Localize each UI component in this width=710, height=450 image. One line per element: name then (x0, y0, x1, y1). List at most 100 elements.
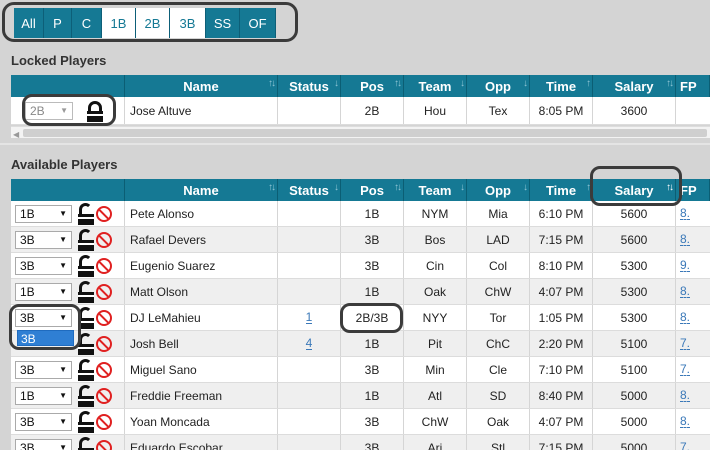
slot-select[interactable]: 1B ▼ (15, 386, 72, 405)
header-pos[interactable]: Pos ↑↓ (341, 75, 404, 97)
exclude-icon[interactable] (96, 439, 112, 450)
slot-select[interactable]: 3B ▼ (15, 438, 72, 450)
table-row: 1B ▼ Pete Alonso 1B NYM Mia 6:10 PM 5600 8. (11, 201, 710, 227)
player-name: Rafael Devers (125, 227, 278, 252)
table-row: 3B ▼ Eugenio Suarez 3B Cin Col 8:10 PM 5300 9. (11, 253, 710, 279)
header-opp[interactable]: Opp ↓ (467, 179, 530, 201)
player-pos: 3B (341, 253, 404, 278)
header-salary[interactable]: Salary ↑↓ (593, 75, 676, 97)
player-opp: ChW (467, 279, 530, 304)
lock-open-icon[interactable] (78, 332, 94, 355)
lock-open-icon[interactable] (78, 384, 94, 407)
slot-select[interactable]: 3B ▼ (15, 412, 72, 431)
header-time[interactable]: Time ↑ (530, 179, 593, 201)
slot-select[interactable]: 2B ▼ (25, 101, 73, 120)
player-time: 6:10 PM (530, 201, 593, 226)
player-salary: 5100 (593, 357, 676, 382)
lock-open-icon[interactable] (78, 202, 94, 225)
slot-select[interactable]: 1B ▼ (15, 282, 72, 301)
player-salary: 5000 (593, 435, 676, 450)
header-fp[interactable]: FP (676, 179, 710, 201)
table-row: Josh Bell 4 1B Pit ChC 2:20 PM 5100 7. (11, 331, 710, 357)
slot-select[interactable]: 1B ▼ (15, 204, 72, 223)
lock-open-icon[interactable] (78, 228, 94, 251)
player-status (278, 253, 341, 278)
header-name[interactable]: Name ↑↓ (125, 75, 278, 97)
player-opp: Tor (467, 305, 530, 330)
player-opp: SD (467, 383, 530, 408)
lock-open-icon[interactable] (78, 358, 94, 381)
player-salary: 5300 (593, 305, 676, 330)
exclude-icon[interactable] (96, 205, 112, 222)
player-team: Atl (404, 383, 467, 408)
lock-open-icon[interactable] (78, 436, 94, 450)
exclude-icon[interactable] (96, 309, 112, 326)
chevron-down-icon: ▼ (59, 365, 67, 374)
available-table-body: 1B ▼ Pete Alonso 1B NYM Mia 6:10 PM 5600 8. 3B ▼ Ra… (11, 201, 710, 450)
player-name: Eugenio Suarez (125, 253, 278, 278)
slot-select[interactable]: 3B ▼ (15, 308, 72, 327)
horizontal-scrollbar[interactable]: ◀ (11, 126, 710, 139)
table-row: 2B ▼ Jose Altuve 2B Hou Tex 8:05 PM 3600 (11, 97, 710, 125)
slot-dropdown-option[interactable]: 3B (17, 330, 74, 346)
player-time: 8:10 PM (530, 253, 593, 278)
player-team: Min (404, 357, 467, 382)
header-team[interactable]: Team ↓ (404, 75, 467, 97)
player-time: 2:20 PM (530, 331, 593, 356)
exclude-icon[interactable] (96, 413, 112, 430)
chevron-down-icon: ▼ (59, 209, 67, 218)
slot-select[interactable]: 3B ▼ (15, 360, 72, 379)
header-name[interactable]: Name ↑↓ (125, 179, 278, 201)
exclude-icon[interactable] (96, 361, 112, 378)
player-time: 8:40 PM (530, 383, 593, 408)
exclude-icon[interactable] (96, 257, 112, 274)
scroll-left-icon[interactable]: ◀ (13, 130, 19, 139)
lock-open-icon[interactable] (78, 410, 94, 433)
slot-select[interactable]: 3B ▼ (15, 256, 72, 275)
table-row: 1B ▼ Matt Olson 1B Oak ChW 4:07 PM 5300 8. (11, 279, 710, 305)
status-link[interactable]: 4 (305, 337, 313, 350)
player-fp: 8. (680, 414, 691, 428)
header-status[interactable]: Status ↓ (278, 75, 341, 97)
header-slot (11, 75, 125, 97)
player-fp: 8. (680, 206, 691, 220)
player-status: 4 (278, 331, 341, 356)
header-time[interactable]: Time ↑ (530, 75, 593, 97)
player-team: Cin (404, 253, 467, 278)
scrollbar-thumb[interactable] (23, 129, 707, 137)
header-fp[interactable]: FP (676, 75, 710, 97)
player-opp: ChC (467, 331, 530, 356)
header-team[interactable]: Team ↓ (404, 179, 467, 201)
exclude-icon[interactable] (96, 387, 112, 404)
player-fp: 8. (680, 284, 691, 298)
lock-closed-icon[interactable] (87, 100, 103, 122)
status-link[interactable]: 1 (305, 311, 313, 324)
header-pos[interactable]: Pos ↑↓ (341, 179, 404, 201)
player-pos: 1B (341, 383, 404, 408)
player-status (278, 383, 341, 408)
header-opp[interactable]: Opp ↓ (467, 75, 530, 97)
header-salary[interactable]: Salary ↑↓ (593, 179, 676, 201)
player-time: 8:05 PM (530, 97, 593, 124)
player-pos: 3B (341, 357, 404, 382)
sort-icon: ↑↓ (666, 78, 674, 89)
lock-open-icon[interactable] (78, 280, 94, 303)
sort-icon: ↑↓ (394, 182, 402, 193)
exclude-icon[interactable] (96, 283, 112, 300)
player-fp: 9. (680, 258, 691, 272)
player-fp: 8. (680, 310, 691, 324)
exclude-icon[interactable] (96, 335, 112, 352)
chevron-down-icon: ▼ (59, 417, 67, 426)
exclude-icon[interactable] (96, 231, 112, 248)
player-team: NYY (404, 305, 467, 330)
player-name: Jose Altuve (125, 97, 278, 124)
player-opp: LAD (467, 227, 530, 252)
lock-open-icon[interactable] (78, 254, 94, 277)
header-status[interactable]: Status ↓ (278, 179, 341, 201)
player-fp: 7. (680, 336, 691, 350)
lock-open-icon[interactable] (78, 306, 94, 329)
slot-select[interactable]: 3B ▼ (15, 230, 72, 249)
player-status (278, 201, 341, 226)
available-table-header: Name ↑↓ Status ↓ Pos ↑↓ Team ↓ Opp ↓ Time ↑ Sa… (11, 179, 710, 201)
sort-icon: ↓ (334, 182, 339, 193)
